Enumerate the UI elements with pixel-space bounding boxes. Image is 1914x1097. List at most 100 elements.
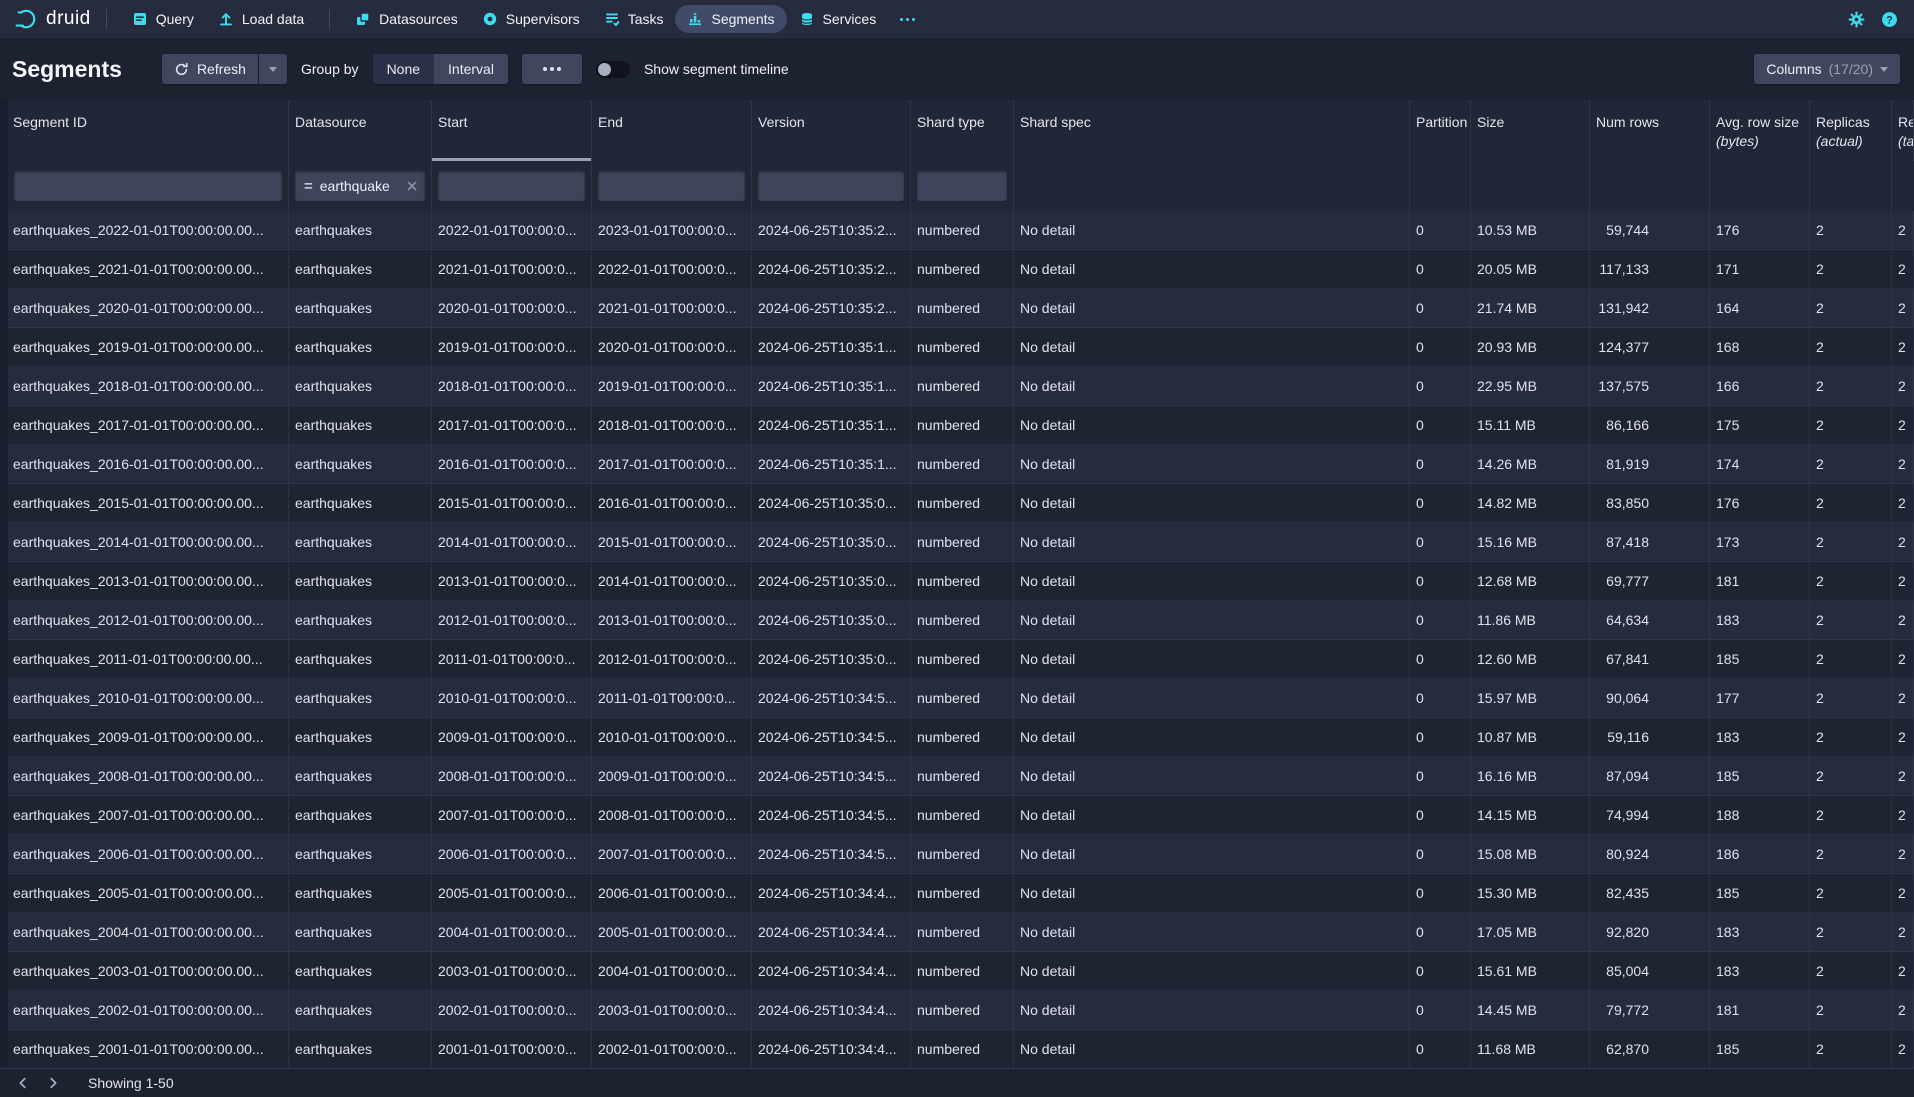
col-header-replicas[interactable]: Replicas(actual) (1810, 100, 1892, 161)
table-row[interactable]: earthquakes_2006-01-01T00:00:00.00... ea… (8, 835, 1914, 874)
table-row[interactable]: earthquakes_2013-01-01T00:00:00.00... ea… (8, 562, 1914, 601)
cell-start: 2010-01-01T00:00:0... (432, 679, 592, 718)
cell-segment-id: earthquakes_2009-01-01T00:00:00.00... (8, 718, 289, 757)
cell-num-rows: 74,994 (1590, 796, 1710, 835)
table-row[interactable]: earthquakes_2019-01-01T00:00:00.00... ea… (8, 328, 1914, 367)
cell-num-rows: 80,924 (1590, 835, 1710, 874)
group-by-interval-button[interactable]: Interval (434, 54, 508, 84)
col-header-version[interactable]: Version (752, 100, 911, 161)
columns-picker-button[interactable]: Columns (17/20) (1754, 54, 1900, 84)
cell-size: 17.05 MB (1471, 913, 1590, 952)
more-options-button[interactable] (522, 54, 582, 84)
cell-datasource: earthquakes (289, 445, 432, 484)
refresh-interval-dropdown[interactable] (259, 54, 287, 84)
cell-replicas: 2 (1810, 874, 1892, 913)
cell-datasource: earthquakes (289, 640, 432, 679)
shard-type-filter-input[interactable] (917, 171, 1007, 201)
refresh-button[interactable]: Refresh (162, 54, 258, 84)
refresh-split-button: Refresh (162, 54, 287, 84)
col-header-end[interactable]: End (592, 100, 752, 161)
table-row[interactable]: earthquakes_2008-01-01T00:00:00.00... ea… (8, 757, 1914, 796)
col-header-datasource[interactable]: Datasource (289, 100, 432, 161)
nav-label: Datasources (379, 11, 458, 27)
table-body: earthquakes_2022-01-01T00:00:00.00... ea… (8, 211, 1914, 1068)
cell-shard-type: numbered (911, 952, 1014, 991)
gear-icon[interactable] (1848, 11, 1865, 28)
col-header-partition[interactable]: Partition (1410, 100, 1471, 161)
cell-shard-type: numbered (911, 523, 1014, 562)
nav-item-supervisors[interactable]: Supervisors (470, 5, 592, 33)
cell-size: 14.26 MB (1471, 445, 1590, 484)
nav-item-load-data[interactable]: Load data (206, 5, 316, 33)
cell-shard-spec: No detail (1014, 1030, 1410, 1068)
table-row[interactable]: earthquakes_2017-01-01T00:00:00.00... ea… (8, 406, 1914, 445)
close-icon[interactable] (403, 181, 421, 191)
nav-item-query[interactable]: Query (120, 5, 206, 33)
table-row[interactable]: earthquakes_2005-01-01T00:00:00.00... ea… (8, 874, 1914, 913)
table-row[interactable]: earthquakes_2012-01-01T00:00:00.00... ea… (8, 601, 1914, 640)
col-header-avg-row-size[interactable]: Avg. row size(bytes) (1710, 100, 1810, 161)
segment-id-filter-input[interactable] (14, 171, 282, 201)
cell-size: 22.95 MB (1471, 367, 1590, 406)
datasource-filter-input[interactable]: = earthquake (295, 171, 425, 201)
cell-size: 10.87 MB (1471, 718, 1590, 757)
cell-segment-id: earthquakes_2011-01-01T00:00:00.00... (8, 640, 289, 679)
col-header-shard-spec[interactable]: Shard spec (1014, 100, 1410, 161)
cell-version: 2024-06-25T10:35:1... (752, 445, 911, 484)
cell-end: 2015-01-01T00:00:0... (592, 523, 752, 562)
table-row[interactable]: earthquakes_2002-01-01T00:00:00.00... ea… (8, 991, 1914, 1030)
cell-shard-type: numbered (911, 679, 1014, 718)
cell-segment-id: earthquakes_2006-01-01T00:00:00.00... (8, 835, 289, 874)
table-row[interactable]: earthquakes_2007-01-01T00:00:00.00... ea… (8, 796, 1914, 835)
col-header-replication-factor[interactable]: Replication factor(target) (1892, 100, 1914, 161)
group-by-none-button[interactable]: None (373, 54, 434, 84)
help-icon[interactable]: ? (1881, 11, 1898, 28)
col-header-size[interactable]: Size (1471, 100, 1590, 161)
datasource-filter-tag: = earthquake (295, 178, 425, 195)
segment-timeline-toggle[interactable] (596, 61, 630, 78)
next-page-button[interactable] (40, 1072, 66, 1094)
cell-start: 2005-01-01T00:00:0... (432, 874, 592, 913)
cell-partition: 0 (1410, 601, 1471, 640)
table-row[interactable]: earthquakes_2021-01-01T00:00:00.00... ea… (8, 250, 1914, 289)
start-filter-input[interactable] (438, 171, 585, 201)
nav-item-tasks[interactable]: Tasks (592, 5, 676, 33)
table-row[interactable]: earthquakes_2015-01-01T00:00:00.00... ea… (8, 484, 1914, 523)
refresh-label: Refresh (197, 61, 246, 77)
druid-logo[interactable]: druid (0, 7, 93, 31)
version-filter-input[interactable] (758, 171, 904, 201)
table-row[interactable]: earthquakes_2011-01-01T00:00:00.00... ea… (8, 640, 1914, 679)
nav-item-datasources[interactable]: Datasources (343, 5, 470, 33)
nav-item-services[interactable]: Services (787, 5, 889, 33)
table-row[interactable]: earthquakes_2010-01-01T00:00:00.00... ea… (8, 679, 1914, 718)
previous-page-button[interactable] (10, 1072, 36, 1094)
cell-datasource: earthquakes (289, 1030, 432, 1068)
table-row[interactable]: earthquakes_2018-01-01T00:00:00.00... ea… (8, 367, 1914, 406)
cell-replicas: 2 (1810, 913, 1892, 952)
col-header-num-rows[interactable]: Num rows (1590, 100, 1710, 161)
table-row[interactable]: earthquakes_2016-01-01T00:00:00.00... ea… (8, 445, 1914, 484)
cell-partition: 0 (1410, 406, 1471, 445)
table-row[interactable]: earthquakes_2022-01-01T00:00:00.00... ea… (8, 211, 1914, 250)
col-header-start[interactable]: Start (432, 100, 592, 161)
table-row[interactable]: earthquakes_2004-01-01T00:00:00.00... ea… (8, 913, 1914, 952)
table-row[interactable]: earthquakes_2014-01-01T00:00:00.00... ea… (8, 523, 1914, 562)
cell-datasource: earthquakes (289, 211, 432, 250)
cell-end: 2018-01-01T00:00:0... (592, 406, 752, 445)
cell-replicas: 2 (1810, 367, 1892, 406)
cell-datasource: earthquakes (289, 796, 432, 835)
cell-replicas: 2 (1810, 796, 1892, 835)
table-row[interactable]: earthquakes_2009-01-01T00:00:00.00... ea… (8, 718, 1914, 757)
nav-item-segments[interactable]: Segments (675, 5, 786, 33)
table-row[interactable]: earthquakes_2003-01-01T00:00:00.00... ea… (8, 952, 1914, 991)
nav-more-button[interactable] (888, 5, 927, 33)
cell-datasource: earthquakes (289, 874, 432, 913)
col-header-shard-type[interactable]: Shard type (911, 100, 1014, 161)
cell-shard-type: numbered (911, 757, 1014, 796)
table-row[interactable]: earthquakes_2020-01-01T00:00:00.00... ea… (8, 289, 1914, 328)
cell-shard-spec: No detail (1014, 328, 1410, 367)
end-filter-input[interactable] (598, 171, 745, 201)
table-row[interactable]: earthquakes_2001-01-01T00:00:00.00... ea… (8, 1030, 1914, 1068)
col-header-segment-id[interactable]: Segment ID (8, 100, 289, 161)
cell-shard-spec: No detail (1014, 601, 1410, 640)
